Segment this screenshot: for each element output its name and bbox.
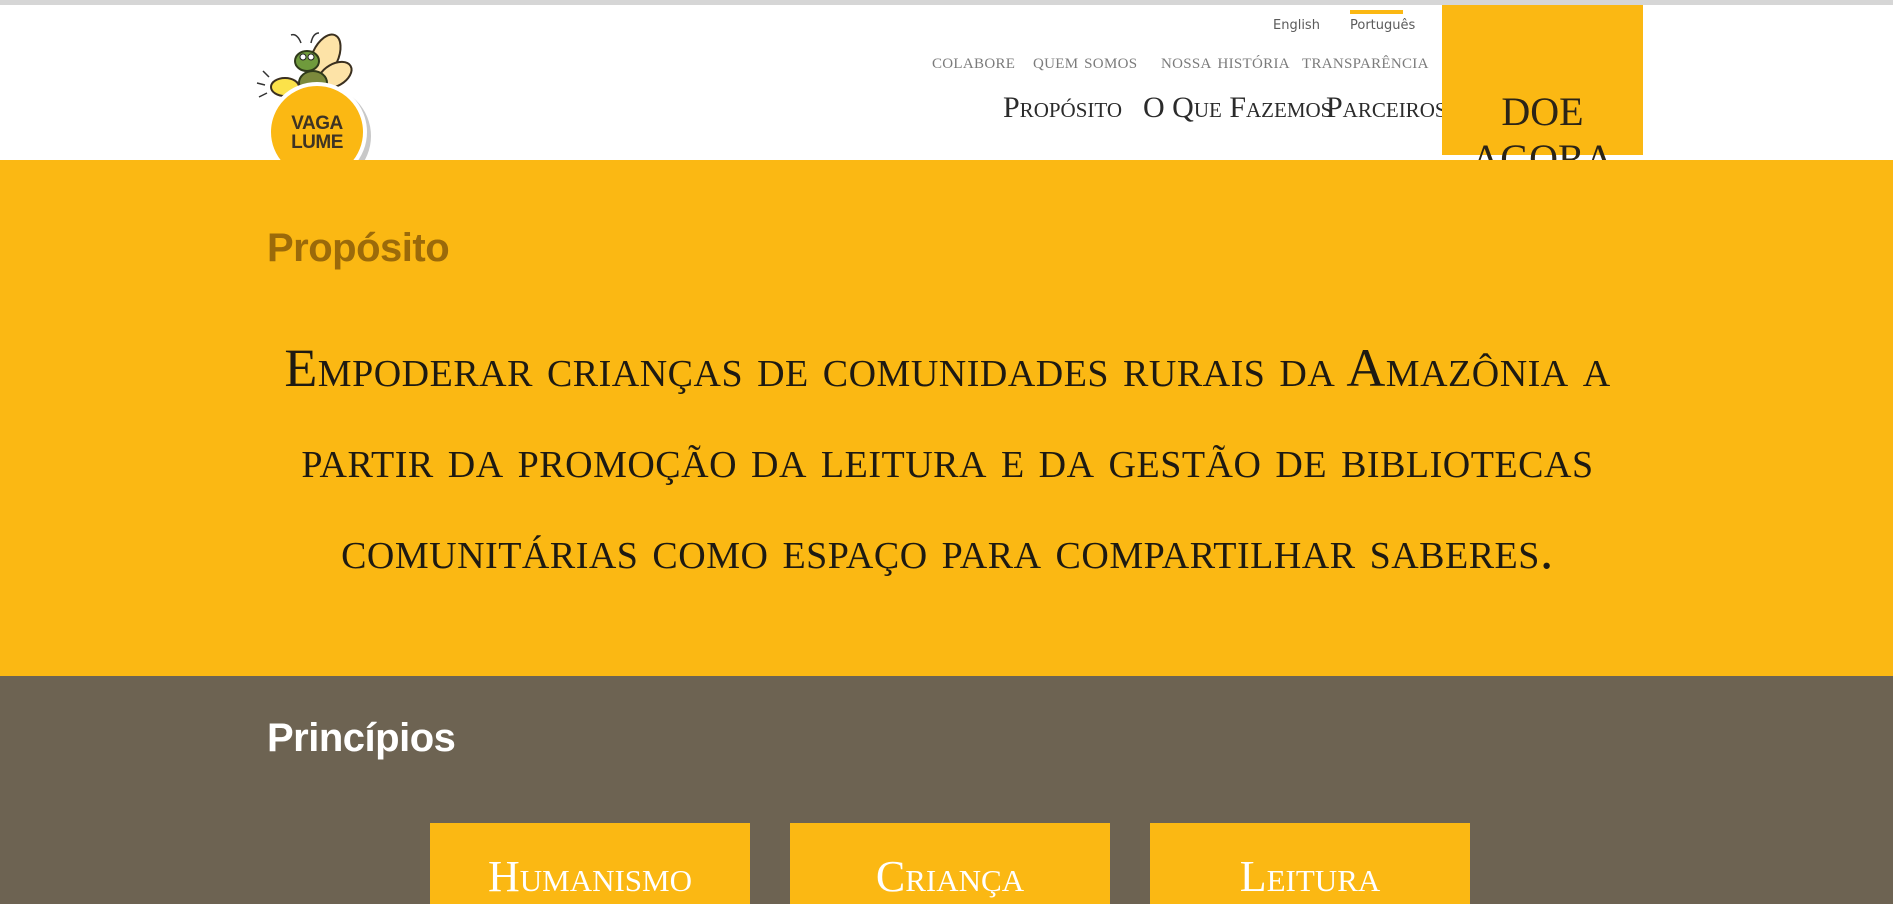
page: VAGA LUME English Português colabore que…: [0, 0, 1893, 904]
principle-card-humanismo[interactable]: Humanismo: [430, 823, 750, 904]
principles-section: Princípios Humanismo Criança Leitura: [0, 676, 1893, 904]
purpose-section: Propósito Empoderar crianças de comunida…: [0, 160, 1893, 676]
nav-o-que-fazemos[interactable]: O Que Fazemos: [1143, 91, 1332, 125]
nav-parceiros[interactable]: Parceiros: [1326, 91, 1447, 125]
nav-nossa-historia[interactable]: nossa história: [1161, 48, 1290, 74]
logo-line-2: LUME: [291, 132, 343, 153]
purpose-heading: Propósito: [267, 226, 450, 270]
principle-card-leitura[interactable]: Leitura: [1150, 823, 1470, 904]
nav-transparencia[interactable]: transparência: [1302, 48, 1429, 74]
principles-heading: Princípios: [267, 716, 456, 760]
nav-quem-somos[interactable]: quem somos: [1033, 48, 1137, 74]
logo-line-1: VAGA: [291, 113, 343, 134]
donate-now-button[interactable]: DOE AGORA: [1442, 5, 1643, 181]
language-portuguese-link[interactable]: Português: [1350, 10, 1415, 33]
nav-proposito[interactable]: Propósito: [1003, 91, 1122, 125]
purpose-statement: Empoderar crianças de comunidades rurais…: [284, 338, 1611, 580]
logo-wordmark: VAGA LUME: [271, 114, 363, 152]
nav-colabore[interactable]: colabore: [932, 48, 1015, 74]
site-header: VAGA LUME English Português colabore que…: [0, 5, 1893, 182]
language-english-link[interactable]: English: [1273, 18, 1320, 33]
principle-card-crianca[interactable]: Criança: [790, 823, 1110, 904]
